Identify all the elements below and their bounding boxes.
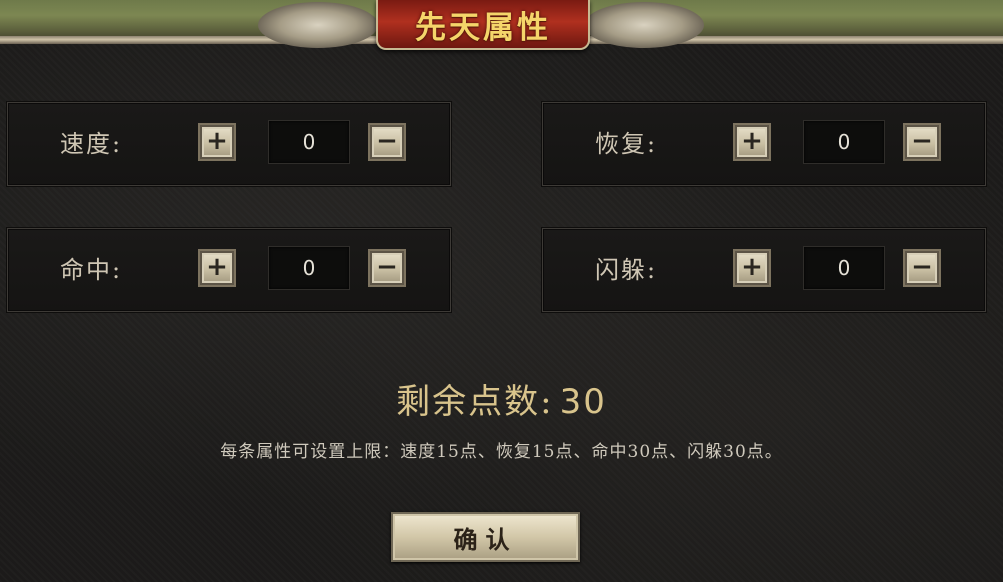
accuracy-minus-button[interactable]: − [368,249,406,287]
confirm-button[interactable]: 确认 [391,512,580,562]
dodge-value-field[interactable]: 0 [803,246,885,290]
speed-plus-button[interactable]: + [198,123,236,161]
remaining-points: 剩余点数: 30 [0,374,1003,423]
minus-icon: − [911,252,933,282]
remaining-points-label: 剩余点数: [396,382,554,422]
title-frame: 先天属性 [258,0,704,52]
accuracy-plus-button[interactable]: + [198,249,236,287]
speed-value-field[interactable]: 0 [268,120,350,164]
attribute-label: 恢复: [595,130,658,158]
attribute-panel-recovery: 恢复: + 0 − [542,102,986,186]
plus-icon: + [741,252,763,282]
speed-minus-button[interactable]: − [368,123,406,161]
attribute-panel-dodge: 闪躲: + 0 − [542,228,986,312]
attribute-label: 闪躲: [595,256,658,284]
plus-icon: + [206,252,228,282]
attribute-label: 速度: [60,130,123,158]
plus-icon: + [206,126,228,156]
recovery-minus-button[interactable]: − [903,123,941,161]
dodge-minus-button[interactable]: − [903,249,941,287]
attribute-label: 命中: [60,256,123,284]
remaining-points-value: 30 [559,382,607,422]
recovery-value-field[interactable]: 0 [803,120,885,164]
attribute-panel-accuracy: 命中: + 0 − [7,228,451,312]
minus-icon: − [376,252,398,282]
dodge-plus-button[interactable]: + [733,249,771,287]
accuracy-value-field[interactable]: 0 [268,246,350,290]
recovery-plus-button[interactable]: + [733,123,771,161]
dragon-ornament-left-icon [258,2,378,48]
attribute-panel-speed: 速度: + 0 − [7,102,451,186]
minus-icon: − [376,126,398,156]
dragon-ornament-right-icon [584,2,704,48]
attribute-limit-note: 每条属性可设置上限：速度15点、恢复15点、命中30点、闪躲30点。 [220,442,783,462]
page-title: 先天属性 [415,9,551,46]
plus-icon: + [741,126,763,156]
minus-icon: − [911,126,933,156]
title-plate: 先天属性 [376,0,590,50]
